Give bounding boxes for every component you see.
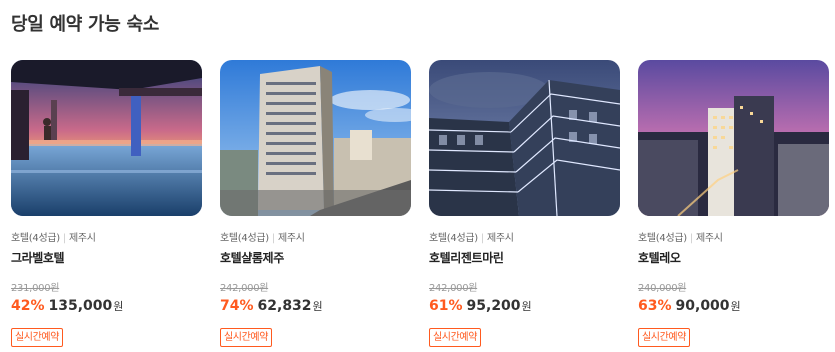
sale-price: 135,000 [48,298,113,314]
sale-price: 62,832 [257,298,312,314]
currency-unit: 원 [113,300,124,313]
original-price: 240,000원 [638,283,687,294]
realtime-booking-badge: 실시간예약 [638,328,691,347]
section-title: 당일 예약 가능 숙소 [11,14,159,35]
price-row: 42% 135,000원 [11,295,202,314]
realtime-booking-badge: 실시간예약 [429,328,482,347]
hotel-meta: 호텔(4성급) | 제주시 [638,229,829,244]
hotel-name[interactable]: 호텔레오 [638,249,829,266]
hotel-photo[interactable] [11,60,202,216]
hotel-region: 제주시 [695,233,723,244]
original-price: 242,000원 [429,283,478,294]
hotel-type: 호텔(4성급) [11,233,60,244]
price-row: 63% 90,000원 [638,295,829,314]
hotel-photo[interactable] [638,60,829,216]
hotel-card[interactable]: 호텔(4성급) | 제주시 그라벨호텔 231,000원 42% 135,000원 실… [11,60,202,347]
hotel-meta: 호텔(4성급) | 제주시 [429,229,620,244]
meta-divider: | [689,233,693,244]
hotel-card[interactable]: 호텔(4성급) | 제주시 호텔리젠트마린 242,000원 61% 95,200원 … [429,60,620,347]
hotel-type: 호텔(4성급) [638,233,687,244]
hotel-region: 제주시 [277,233,305,244]
original-price: 231,000원 [11,283,60,294]
realtime-booking-badge: 실시간예약 [220,328,273,347]
price-row: 61% 95,200원 [429,295,620,314]
meta-divider: | [271,233,275,244]
discount-rate: 63% [638,298,672,314]
hotel-card[interactable]: 호텔(4성급) | 제주시 호텔레오 240,000원 63% 90,000원 실시간… [638,60,829,347]
price-row: 74% 62,832원 [220,295,411,314]
hotel-meta: 호텔(4성급) | 제주시 [11,229,202,244]
hotel-region: 제주시 [486,233,514,244]
hotel-name[interactable]: 그라벨호텔 [11,249,202,266]
hotel-meta: 호텔(4성급) | 제주시 [220,229,411,244]
original-price: 242,000원 [220,283,269,294]
sale-price: 90,000 [675,298,730,314]
hotel-type: 호텔(4성급) [220,233,269,244]
discount-rate: 74% [220,298,254,314]
hotel-name[interactable]: 호텔리젠트마린 [429,249,620,266]
discount-rate: 42% [11,298,45,314]
realtime-booking-badge: 실시간예약 [11,328,64,347]
discount-rate: 61% [429,298,463,314]
hotel-photo[interactable] [220,60,411,216]
hotel-name[interactable]: 호텔샬롬제주 [220,249,411,266]
meta-divider: | [480,233,484,244]
sale-price: 95,200 [466,298,521,314]
meta-divider: | [62,233,66,244]
hotel-photo[interactable] [429,60,620,216]
currency-unit: 원 [730,300,741,313]
hotel-card[interactable]: 호텔(4성급) | 제주시 호텔샬롬제주 242,000원 74% 62,832원 실… [220,60,411,347]
currency-unit: 원 [521,300,532,313]
hotel-region: 제주시 [68,233,96,244]
hotel-type: 호텔(4성급) [429,233,478,244]
currency-unit: 원 [312,300,323,313]
